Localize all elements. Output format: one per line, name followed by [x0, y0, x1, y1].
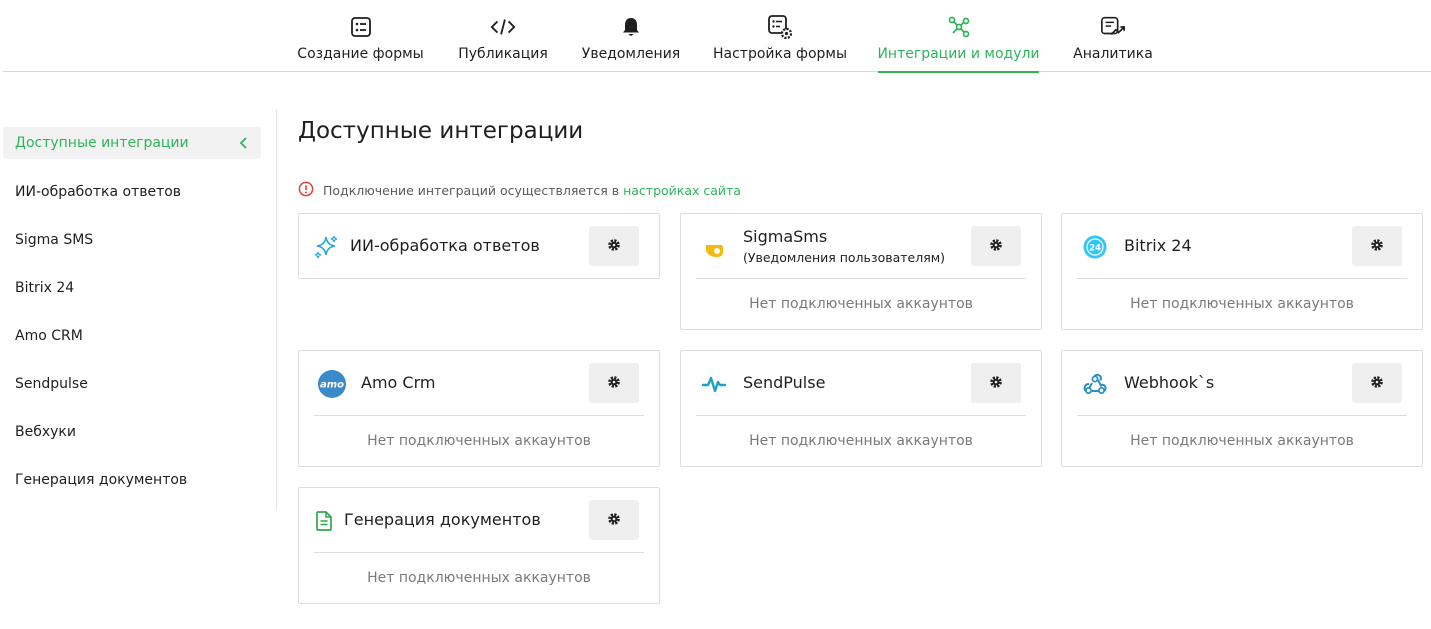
sidebar-item-label: Sigma SMS [15, 232, 94, 248]
top-navigation: Создание формы Публикация Уведомления На… [3, 0, 1431, 73]
sendpulse-settings-button[interactable] [971, 363, 1021, 403]
integrations-icon [946, 14, 972, 40]
gear-icon [607, 374, 621, 393]
sendpulse-logo-icon [701, 371, 727, 397]
tab-label: Аналитика [1073, 46, 1153, 62]
no-accounts-text: Нет подключенных аккаунтов [1077, 415, 1407, 465]
tab-form-builder[interactable]: Создание формы [297, 0, 424, 72]
no-accounts-text: Нет подключенных аккаунтов [696, 415, 1026, 465]
integration-card-amocrm: amo Amo Crm Нет подключенных аккаунтов [298, 350, 660, 467]
sigmasms-logo-icon [701, 236, 727, 262]
tab-analytics[interactable]: Аналитика [1071, 0, 1155, 72]
webhook-icon [1082, 371, 1108, 397]
integration-notice: Подключение интеграций осуществляется в … [298, 181, 741, 200]
info-alert-icon [298, 181, 314, 200]
card-subtitle: (Уведомления пользователям) [743, 250, 946, 265]
sidebar-item-sigma-sms[interactable]: Sigma SMS [3, 224, 261, 256]
tab-label: Публикация [458, 46, 548, 62]
integration-card-webhooks: Webhook`s Нет подключенных аккаунтов [1061, 350, 1423, 467]
bell-icon [618, 14, 644, 40]
card-title: Bitrix 24 [1124, 236, 1192, 255]
tab-publication[interactable]: Публикация [456, 0, 550, 72]
sidebar-item-sendpulse[interactable]: Sendpulse [3, 368, 261, 400]
sidebar-item-document-generation[interactable]: Генерация документов [3, 464, 261, 496]
sidebar-item-label: ИИ-обработка ответов [15, 184, 182, 200]
sigmasms-settings-button[interactable] [971, 226, 1021, 266]
amocrm-settings-button[interactable] [589, 363, 639, 403]
card-title: Amo Crm [361, 373, 436, 392]
no-accounts-text: Нет подключенных аккаунтов [314, 415, 644, 465]
integration-card-bitrix24: 24 Bitrix 24 Нет подключенных аккаунтов [1061, 213, 1423, 330]
sidebar-item-available-integrations[interactable]: Доступные интеграции [3, 127, 261, 159]
sidebar-item-label: Вебхуки [15, 424, 76, 440]
chevron-left-icon [237, 135, 251, 155]
card-title: Генерация документов [344, 510, 541, 529]
gear-icon [1370, 374, 1384, 393]
sidebar: Доступные интеграции ИИ-обработка ответо… [3, 110, 277, 510]
no-accounts-text: Нет подключенных аккаунтов [696, 278, 1026, 328]
card-title: SendPulse [743, 373, 826, 392]
tab-form-settings[interactable]: Настройка формы [713, 0, 847, 72]
sidebar-item-label: Sendpulse [15, 376, 88, 392]
integration-card-sendpulse: SendPulse Нет подключенных аккаунтов [680, 350, 1042, 467]
tab-label: Уведомления [581, 46, 681, 62]
form-settings-icon [767, 14, 793, 40]
site-settings-link[interactable]: настройках сайта [623, 183, 741, 198]
sidebar-item-bitrix24[interactable]: Bitrix 24 [3, 272, 261, 304]
code-icon [490, 14, 516, 40]
svg-text:24: 24 [1089, 243, 1101, 253]
tab-label: Интеграции и модули [877, 46, 1040, 62]
form-list-icon [348, 14, 374, 40]
gear-icon [1370, 237, 1384, 256]
no-accounts-text: Нет подключенных аккаунтов [314, 552, 644, 602]
card-title: ИИ-обработка ответов [350, 236, 540, 255]
tab-label: Создание формы [297, 46, 424, 62]
sparkles-icon [313, 234, 339, 260]
document-generation-settings-button[interactable] [589, 500, 639, 540]
gear-icon [989, 237, 1003, 256]
no-accounts-text: Нет подключенных аккаунтов [1077, 278, 1407, 328]
bitrix24-logo-icon: 24 [1082, 234, 1108, 260]
webhooks-settings-button[interactable] [1352, 363, 1402, 403]
analytics-icon [1100, 14, 1126, 40]
sidebar-item-amocrm[interactable]: Amo CRM [3, 320, 261, 352]
sidebar-item-ai-processing[interactable]: ИИ-обработка ответов [3, 176, 261, 208]
amocrm-logo-text: amo [320, 380, 344, 391]
document-icon [312, 508, 336, 534]
card-title: SigmaSms [743, 227, 828, 246]
gear-icon [989, 374, 1003, 393]
tab-notifications[interactable]: Уведомления [581, 0, 681, 72]
card-title: Webhook`s [1124, 373, 1215, 392]
sidebar-item-label: Генерация документов [15, 472, 188, 488]
tab-integrations[interactable]: Интеграции и модули [877, 0, 1040, 73]
integration-card-ai-processing: ИИ-обработка ответов [298, 213, 660, 279]
gear-icon [607, 237, 621, 256]
ai-processing-settings-button[interactable] [589, 226, 639, 266]
amocrm-logo-icon: amo [317, 369, 347, 399]
integration-card-sigmasms: SigmaSms (Уведомления пользователям) Нет… [680, 213, 1042, 330]
sidebar-item-label: Bitrix 24 [15, 280, 75, 296]
page-title: Доступные интеграции [298, 118, 584, 144]
bitrix24-settings-button[interactable] [1352, 226, 1402, 266]
tab-label: Настройка формы [712, 46, 848, 62]
notice-text: Подключение интеграций осуществляется в [323, 183, 620, 198]
gear-icon [607, 511, 621, 530]
sidebar-item-label: Доступные интеграции [15, 135, 189, 151]
integration-card-document-generation: Генерация документов Нет подключенных ак… [298, 487, 660, 604]
sidebar-item-label: Amo CRM [15, 328, 83, 344]
sidebar-item-webhooks[interactable]: Вебхуки [3, 416, 261, 448]
